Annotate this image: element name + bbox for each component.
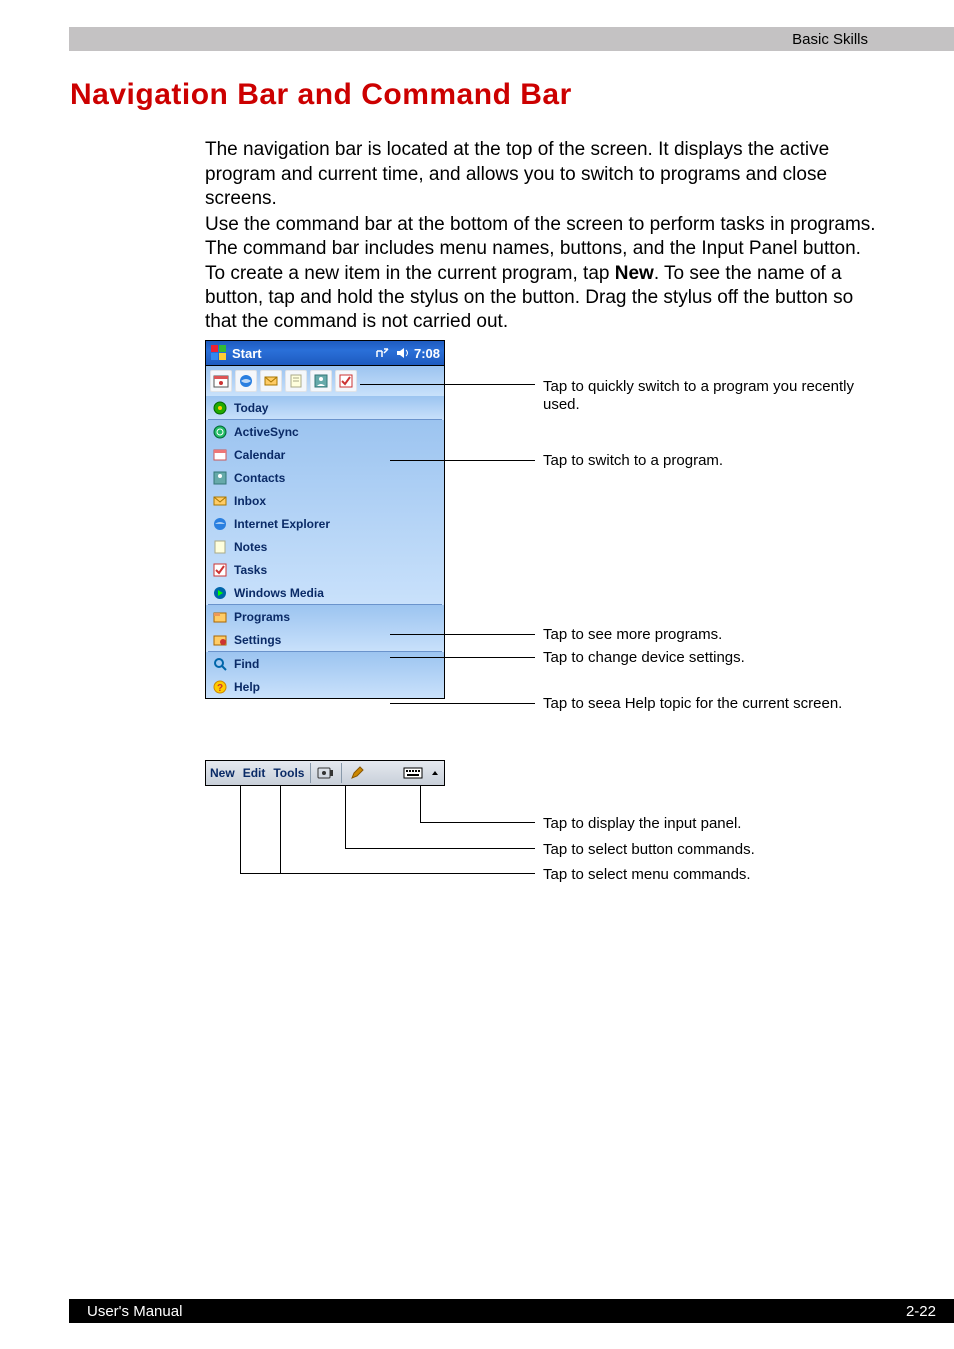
connectivity-icon[interactable] (374, 346, 390, 360)
navbar-time: 7:08 (414, 346, 440, 361)
cmd-button-keyboard[interactable] (402, 763, 424, 783)
menu-item-label: Notes (234, 540, 267, 554)
paragraph-2: Use the command bar at the bottom of the… (205, 213, 885, 335)
menu-item-label: Calendar (234, 448, 285, 462)
callout-programs: Tap to see more programs. (543, 626, 873, 644)
menu-item-find[interactable]: Find (206, 652, 444, 675)
separator (341, 763, 342, 783)
page-header-chapter: Basic Skills (792, 31, 868, 48)
callout-recent: Tap to quickly switch to a program you r… (543, 378, 873, 414)
callout-switch: Tap to switch to a program. (543, 452, 873, 470)
paragraph-1: The navigation bar is located at the top… (205, 138, 885, 212)
settings-icon (212, 632, 228, 648)
menu-section-help: Find ? Help (205, 652, 445, 699)
recent-notes-icon[interactable] (285, 370, 307, 392)
menu-item-settings[interactable]: Settings (206, 628, 444, 651)
recent-calendar-icon[interactable] (210, 370, 232, 392)
callout-line (345, 786, 346, 848)
menu-item-today[interactable]: Today (206, 396, 444, 419)
menu-item-activesync[interactable]: ActiveSync (206, 420, 444, 443)
callout-input-panel: Tap to display the input panel. (543, 815, 873, 833)
menu-item-windows-media[interactable]: Windows Media (206, 581, 444, 604)
callout-button-cmds: Tap to select button commands. (543, 841, 873, 859)
page-footer-bar: User's Manual 2-22 (69, 1299, 954, 1323)
menu-item-label: Inbox (234, 494, 266, 508)
callout-menu-cmds: Tap to select menu commands. (543, 866, 873, 884)
calendar-icon (212, 447, 228, 463)
callout-line (390, 703, 535, 704)
help-icon: ? (212, 679, 228, 695)
callout-line (360, 384, 535, 385)
callout-line (240, 786, 241, 873)
find-icon (212, 656, 228, 672)
menu-item-contacts[interactable]: Contacts (206, 466, 444, 489)
menu-item-label: Internet Explorer (234, 517, 330, 531)
menu-item-label: Programs (234, 610, 290, 624)
start-flag-icon (210, 344, 228, 362)
paragraph-2-bold: New (615, 263, 654, 284)
section-heading: Navigation Bar and Command Bar (70, 78, 572, 112)
cmd-button-pen[interactable] (346, 763, 368, 783)
pda-command-bar: New Edit Tools (205, 760, 445, 786)
figure: Start 7:08 (205, 340, 885, 900)
recent-tasks-icon[interactable] (335, 370, 357, 392)
recent-programs-row (205, 366, 445, 396)
notes-icon (212, 539, 228, 555)
callout-line (420, 786, 421, 822)
callout-line (240, 873, 535, 874)
speaker-icon[interactable] (396, 346, 412, 360)
menu-item-label: Settings (234, 633, 281, 647)
menu-section-system: Programs Settings (205, 605, 445, 652)
menu-item-label: Find (234, 657, 259, 671)
today-icon (212, 400, 228, 416)
page-header-bar: Basic Skills (69, 27, 954, 51)
recent-inbox-icon[interactable] (260, 370, 282, 392)
cmd-tools[interactable]: Tools (269, 766, 308, 780)
callout-line (345, 848, 535, 849)
callout-line (280, 786, 281, 873)
menu-item-label: Windows Media (234, 586, 324, 600)
cmd-button-sip-up[interactable] (428, 763, 442, 783)
inbox-icon (212, 493, 228, 509)
command-bar: New Edit Tools (205, 760, 445, 786)
menu-item-tasks[interactable]: Tasks (206, 558, 444, 581)
callout-settings: Tap to change device settings. (543, 649, 873, 667)
menu-section-programs: ActiveSync Calendar Contacts Inbox Inter… (205, 420, 445, 605)
menu-item-label: ActiveSync (234, 425, 299, 439)
svg-text:?: ? (217, 683, 223, 694)
menu-item-programs[interactable]: Programs (206, 605, 444, 628)
menu-item-label: Contacts (234, 471, 285, 485)
separator (310, 763, 311, 783)
menu-item-inbox[interactable]: Inbox (206, 489, 444, 512)
menu-item-label: Help (234, 680, 260, 694)
ie-icon (212, 516, 228, 532)
callout-help: Tap to seea Help topic for the current s… (543, 695, 873, 713)
navbar[interactable]: Start 7:08 (205, 340, 445, 366)
recent-ie-icon[interactable] (235, 370, 257, 392)
menu-section-today: Today (205, 396, 445, 420)
activesync-icon (212, 424, 228, 440)
menu-item-help[interactable]: ? Help (206, 675, 444, 698)
menu-item-label: Tasks (234, 563, 267, 577)
navbar-title: Start (232, 346, 262, 361)
footer-right: 2-22 (906, 1303, 936, 1320)
tasks-icon (212, 562, 228, 578)
callout-line (390, 460, 535, 461)
cmd-new[interactable]: New (206, 766, 239, 780)
menu-item-calendar[interactable]: Calendar (206, 443, 444, 466)
pda-start-menu: Start 7:08 (205, 340, 445, 699)
cmd-button-record[interactable] (315, 763, 337, 783)
callout-line (390, 657, 535, 658)
menu-item-notes[interactable]: Notes (206, 535, 444, 558)
footer-left: User's Manual (87, 1303, 906, 1320)
contacts-icon (212, 470, 228, 486)
menu-item-internet-explorer[interactable]: Internet Explorer (206, 512, 444, 535)
windows-media-icon (212, 585, 228, 601)
callout-line (420, 822, 535, 823)
programs-icon (212, 609, 228, 625)
recent-contacts-icon[interactable] (310, 370, 332, 392)
cmd-edit[interactable]: Edit (239, 766, 270, 780)
menu-item-label: Today (234, 401, 268, 415)
callout-line (390, 634, 535, 635)
